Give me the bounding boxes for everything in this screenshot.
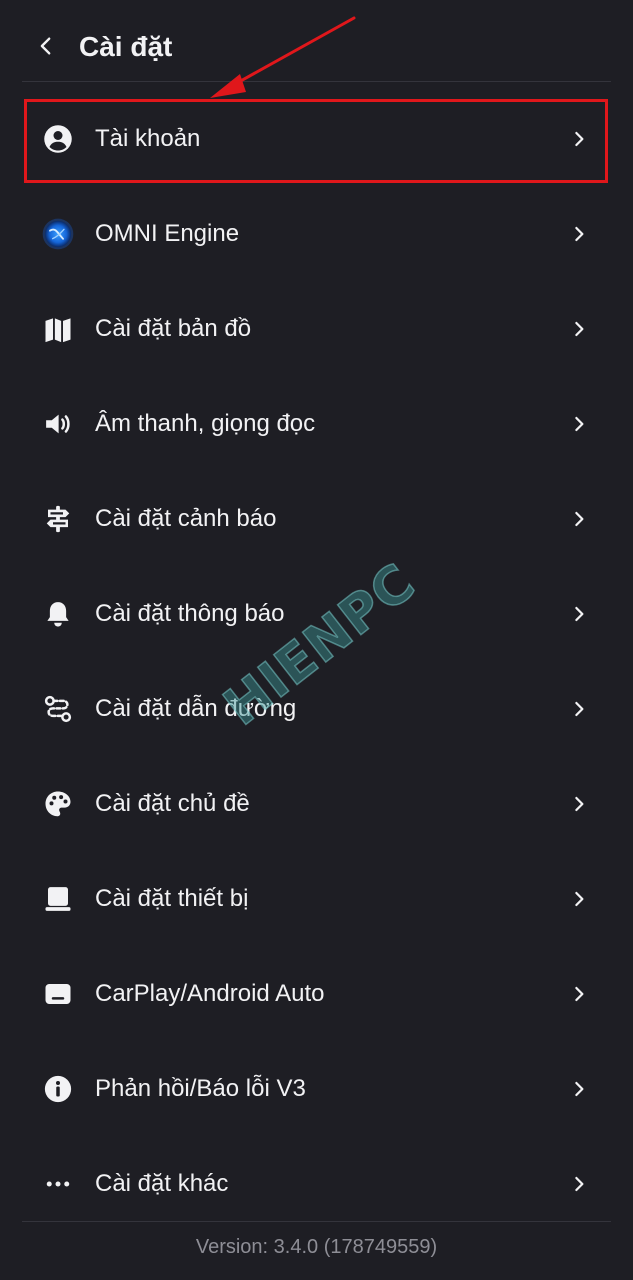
info-icon [42,1073,74,1105]
menu-item-feedback-bug-report[interactable]: Phản hồi/Báo lỗi V3 [0,1042,633,1137]
omni-engine-globe-icon [42,218,74,250]
device-icon [42,883,74,915]
menu-item-other-settings[interactable]: Cài đặt khác [0,1137,633,1232]
map-icon [42,313,74,345]
menu-item-label: Tài khoản [95,125,201,152]
chevron-right-icon [566,886,592,912]
menu-item-label: Cài đặt thông báo [95,600,285,627]
menu-item-map-settings[interactable]: Cài đặt bản đồ [0,282,633,377]
header-divider [22,81,611,82]
menu-item-label: CarPlay/Android Auto [95,980,325,1007]
menu-item-label: Cài đặt dẫn đường [95,695,297,722]
version-label: Version: 3.4.0 (178749559) [195,1236,438,1258]
menu-item-theme-settings[interactable]: Cài đặt chủ đề [0,757,633,852]
menu-item-label: Âm thanh, giọng đọc [95,410,316,437]
menu-item-label: Phản hồi/Báo lỗi V3 [95,1075,306,1102]
chevron-right-icon [566,411,592,437]
signpost-icon [42,503,74,535]
menu-item-label: Cài đặt cảnh báo [95,505,277,532]
settings-menu: Tài khoản OMNI Engine Cài đặt bản đồ Âm … [0,92,633,1232]
chevron-right-icon [566,126,592,152]
chevron-right-icon [566,221,592,247]
menu-item-label: Cài đặt chủ đề [95,790,250,817]
chevron-right-icon [566,981,592,1007]
menu-item-omni-engine[interactable]: OMNI Engine [0,187,633,282]
menu-item-label: Cài đặt khác [95,1170,229,1197]
chevron-right-icon [566,791,592,817]
back-button[interactable] [28,28,64,64]
car-screen-icon [42,978,74,1010]
menu-item-carplay-android-auto[interactable]: CarPlay/Android Auto [0,947,633,1042]
menu-item-navigation-settings[interactable]: Cài đặt dẫn đường [0,662,633,757]
settings-screen: Cài đặt Tài khoản OMNI Engine Cài đặt bả… [0,0,633,1280]
page-title: Cài đặt [79,31,173,62]
palette-icon [42,788,74,820]
menu-item-device-settings[interactable]: Cài đặt thiết bị [0,852,633,947]
account-circle-icon [42,123,74,155]
menu-item-notification-settings[interactable]: Cài đặt thông báo [0,567,633,662]
menu-item-sound-voice[interactable]: Âm thanh, giọng đọc [0,377,633,472]
menu-item-label: Cài đặt thiết bị [95,885,249,912]
menu-item-label: OMNI Engine [95,220,240,247]
menu-item-account[interactable]: Tài khoản [0,92,633,187]
footer-divider [22,1221,611,1222]
menu-item-label: Cài đặt bản đồ [95,315,252,342]
chevron-left-icon [40,37,51,55]
chevron-right-icon [566,601,592,627]
route-icon [42,693,74,725]
speaker-icon [42,408,74,440]
bell-icon [42,598,74,630]
more-dots-icon [42,1168,74,1200]
chevron-right-icon [566,506,592,532]
menu-item-warning-settings[interactable]: Cài đặt cảnh báo [0,472,633,567]
chevron-right-icon [566,1076,592,1102]
chevron-right-icon [566,1171,592,1197]
chevron-right-icon [566,316,592,342]
chevron-right-icon [566,696,592,722]
header: Cài đặt [0,0,633,82]
